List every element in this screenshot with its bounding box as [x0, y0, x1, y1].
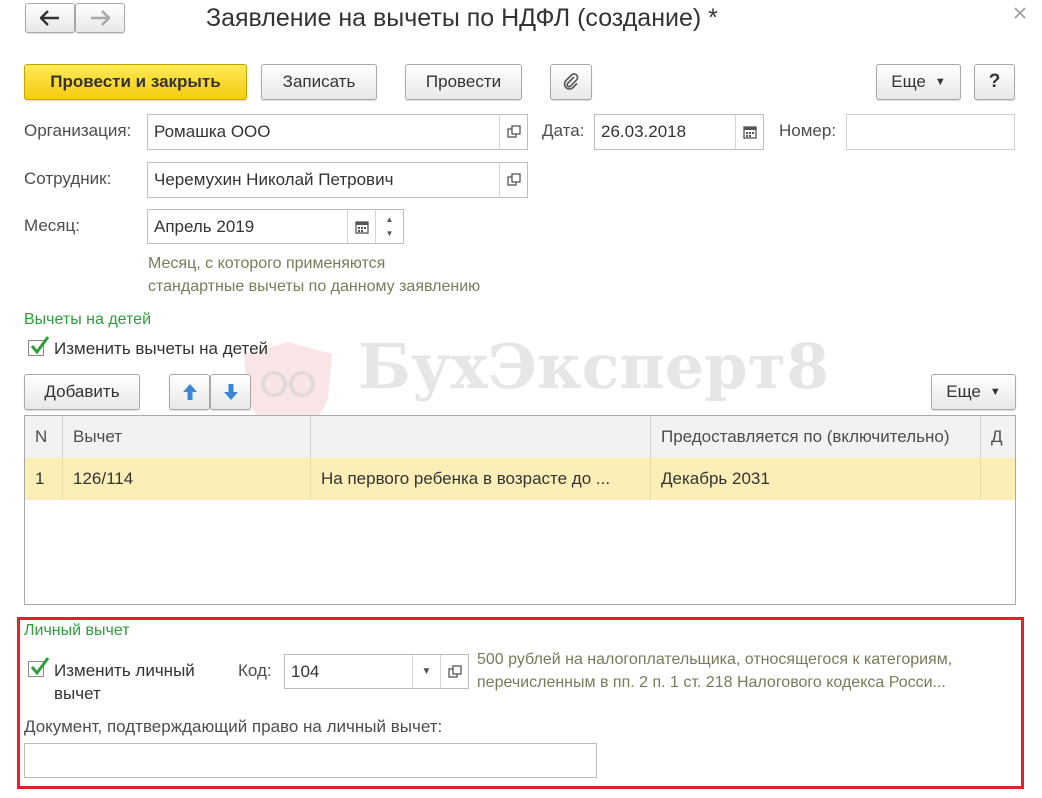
table-more-button[interactable]: Еще ▼ [931, 374, 1016, 410]
arrow-right-icon [91, 10, 110, 26]
window-title: Заявление на вычеты по НДФЛ (создание) * [206, 4, 718, 32]
attach-button[interactable] [550, 64, 592, 100]
row-until: Декабрь 2031 [651, 458, 981, 500]
open-icon[interactable] [499, 115, 527, 149]
row-description: На первого ребенка в возрасте до ... [311, 458, 651, 500]
open-icon[interactable] [499, 163, 527, 197]
move-up-button[interactable] [169, 374, 210, 410]
number-label: Номер: [779, 121, 837, 140]
column-header-until[interactable]: Предоставляется по (включительно) [651, 416, 981, 458]
column-header-d[interactable]: Д [981, 416, 1015, 458]
more-label: Еще [891, 72, 926, 91]
paperclip-icon [563, 73, 579, 90]
children-section-title: Вычеты на детей [24, 311, 152, 328]
column-header-deduction[interactable]: Вычет [63, 416, 311, 458]
employee-value: Черемухин Николай Петрович [154, 170, 394, 189]
more-button[interactable]: Еще ▼ [876, 64, 961, 100]
children-table[interactable]: N Вычет Предоставляется по (включительно… [24, 415, 1016, 605]
month-hint: Месяц, с которого применяются стандартны… [148, 252, 480, 298]
personal-change-label-line1: Изменить личный [54, 661, 195, 680]
row-code: 126/114 [63, 458, 311, 500]
calendar-icon[interactable] [347, 210, 375, 243]
org-value: Ромашка ООО [154, 122, 271, 141]
doc-label: Документ, подтверждающий право на личный… [24, 717, 443, 736]
row-d [981, 458, 1015, 500]
doc-field[interactable] [24, 743, 597, 778]
month-field[interactable]: Апрель 2019 ▲ ▼ [147, 209, 404, 244]
move-down-button[interactable] [210, 374, 251, 410]
row-n: 1 [25, 458, 63, 500]
watermark-title: БухЭксперт8 [358, 330, 830, 403]
employee-label: Сотрудник: [24, 169, 112, 188]
save-button[interactable]: Записать [261, 64, 377, 100]
children-change-label[interactable]: Изменить вычеты на детей [54, 339, 268, 359]
arrow-up-icon [182, 384, 197, 400]
number-field[interactable] [846, 114, 1015, 150]
employee-field[interactable]: Черемухин Николай Петрович [147, 162, 528, 198]
personal-change-label-line2: вычет [54, 684, 101, 703]
code-field[interactable]: 104 ▼ [284, 654, 469, 689]
column-header-description[interactable] [311, 416, 651, 458]
code-description: 500 рублей на налогоплательщика, относящ… [477, 648, 1017, 694]
dropdown-icon[interactable]: ▼ [412, 655, 440, 688]
back-button[interactable] [25, 3, 75, 33]
open-icon[interactable] [440, 655, 468, 688]
post-and-close-button[interactable]: Провести и закрыть [24, 64, 247, 100]
code-value: 104 [291, 661, 320, 681]
table-header: N Вычет Предоставляется по (включительно… [25, 416, 1015, 459]
checkmark-icon [30, 657, 50, 676]
month-label: Месяц: [24, 216, 80, 235]
column-header-n[interactable]: N [25, 416, 63, 458]
month-hint-line1: Месяц, с которого применяются [148, 255, 386, 272]
code-description-line2: перечисленным в пп. 2 п. 1 ст. 218 Налог… [477, 674, 946, 691]
table-row[interactable]: 1 126/114 На первого ребенка в возрасте … [25, 458, 1015, 500]
forward-button[interactable] [75, 3, 125, 33]
date-field[interactable]: 26.03.2018 [594, 114, 764, 150]
personal-change-label[interactable]: Изменить личный вычет [54, 659, 195, 705]
code-label: Код: [238, 661, 272, 680]
date-label: Дата: [542, 121, 585, 140]
code-description-line1: 500 рублей на налогоплательщика, относящ… [477, 651, 953, 668]
calendar-icon[interactable] [735, 115, 763, 149]
month-spinner[interactable]: ▲ ▼ [375, 210, 403, 243]
post-button[interactable]: Провести [405, 64, 522, 100]
checkmark-icon [30, 336, 50, 355]
personal-section-title: Личный вычет [24, 622, 130, 639]
add-button[interactable]: Добавить [24, 374, 140, 410]
children-change-checkbox[interactable] [28, 336, 50, 356]
close-icon[interactable] [1010, 3, 1030, 23]
arrow-left-icon [40, 10, 59, 26]
chevron-down-icon: ▼ [934, 76, 946, 88]
chevron-down-icon: ▼ [989, 386, 1001, 398]
org-field[interactable]: Ромашка ООО [147, 114, 528, 150]
help-button[interactable]: ? [974, 64, 1015, 100]
org-label: Организация: [24, 121, 132, 140]
spin-up-icon[interactable]: ▲ [386, 213, 394, 227]
month-value: Апрель 2019 [154, 216, 255, 236]
personal-change-checkbox[interactable] [28, 657, 50, 677]
table-more-label: Еще [946, 382, 981, 401]
date-value: 26.03.2018 [601, 122, 687, 141]
spin-down-icon[interactable]: ▼ [386, 227, 394, 241]
month-hint-line2: стандартные вычеты по данному заявлению [148, 278, 481, 295]
arrow-down-icon [223, 384, 238, 400]
